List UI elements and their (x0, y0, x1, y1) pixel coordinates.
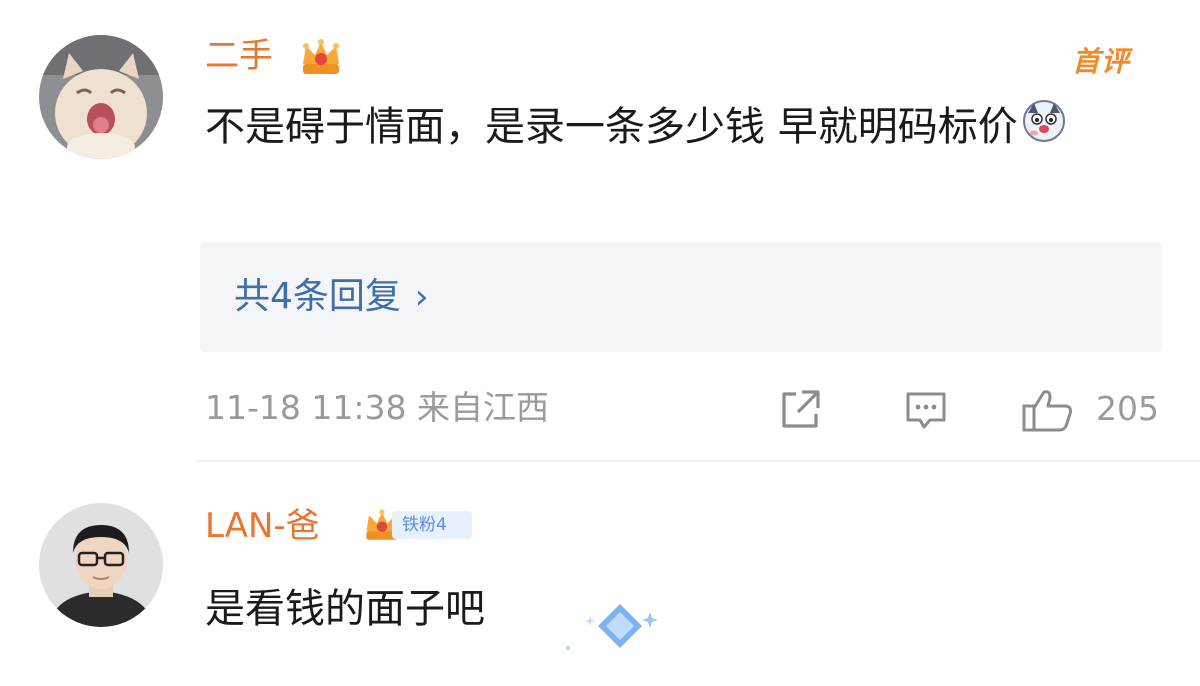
avatar[interactable] (39, 35, 163, 159)
fan-level-badge: 铁粉4 (392, 511, 472, 539)
username[interactable]: LAN-爸 (205, 506, 320, 546)
chevron-right-icon: › (414, 277, 429, 317)
crown-icon (298, 34, 344, 84)
comment-list: 二手 首评 不是碍于情面，是录一条多少钱 早就明码标价 共4条回复 › 11-1… (0, 0, 1200, 686)
comment-text: 是看钱的面子吧 (205, 586, 485, 632)
comment-meta: 11-18 11:38 来自江西 (205, 388, 549, 427)
avatar[interactable] (39, 503, 163, 627)
comment-item: 二手 首评 不是碍于情面，是录一条多少钱 早就明码标价 共4条回复 › 11-1… (0, 0, 1200, 462)
replies-label: 共4条回复 (234, 276, 401, 317)
man-avatar-image (39, 503, 163, 627)
share-button[interactable] (776, 386, 824, 432)
like-count: 205 (1096, 389, 1159, 428)
comment-icon (906, 392, 946, 429)
comment-item: LAN-爸 铁粉4 是看钱的面子吧 (0, 466, 1200, 686)
cat-avatar-image (39, 35, 163, 159)
share-icon (782, 390, 820, 428)
dog-emoji-icon (1022, 99, 1066, 159)
first-comment-badge: 首评 (1072, 45, 1131, 78)
replies-panel[interactable]: 共4条回复 › (200, 242, 1162, 352)
comment-divider (195, 460, 1200, 462)
username[interactable]: 二手 (205, 36, 273, 76)
thumbs-up-icon (1022, 390, 1072, 432)
comment-text: 不是碍于情面，是录一条多少钱 早就明码标价 (205, 98, 1165, 159)
comment-text-content: 不是碍于情面，是录一条多少钱 早就明码标价 (205, 104, 1018, 150)
view-replies-link[interactable]: 共4条回复 › (234, 274, 429, 320)
sparkle-diamond-icon (520, 596, 670, 670)
reply-button[interactable] (902, 386, 950, 432)
like-button[interactable] (1020, 386, 1076, 432)
